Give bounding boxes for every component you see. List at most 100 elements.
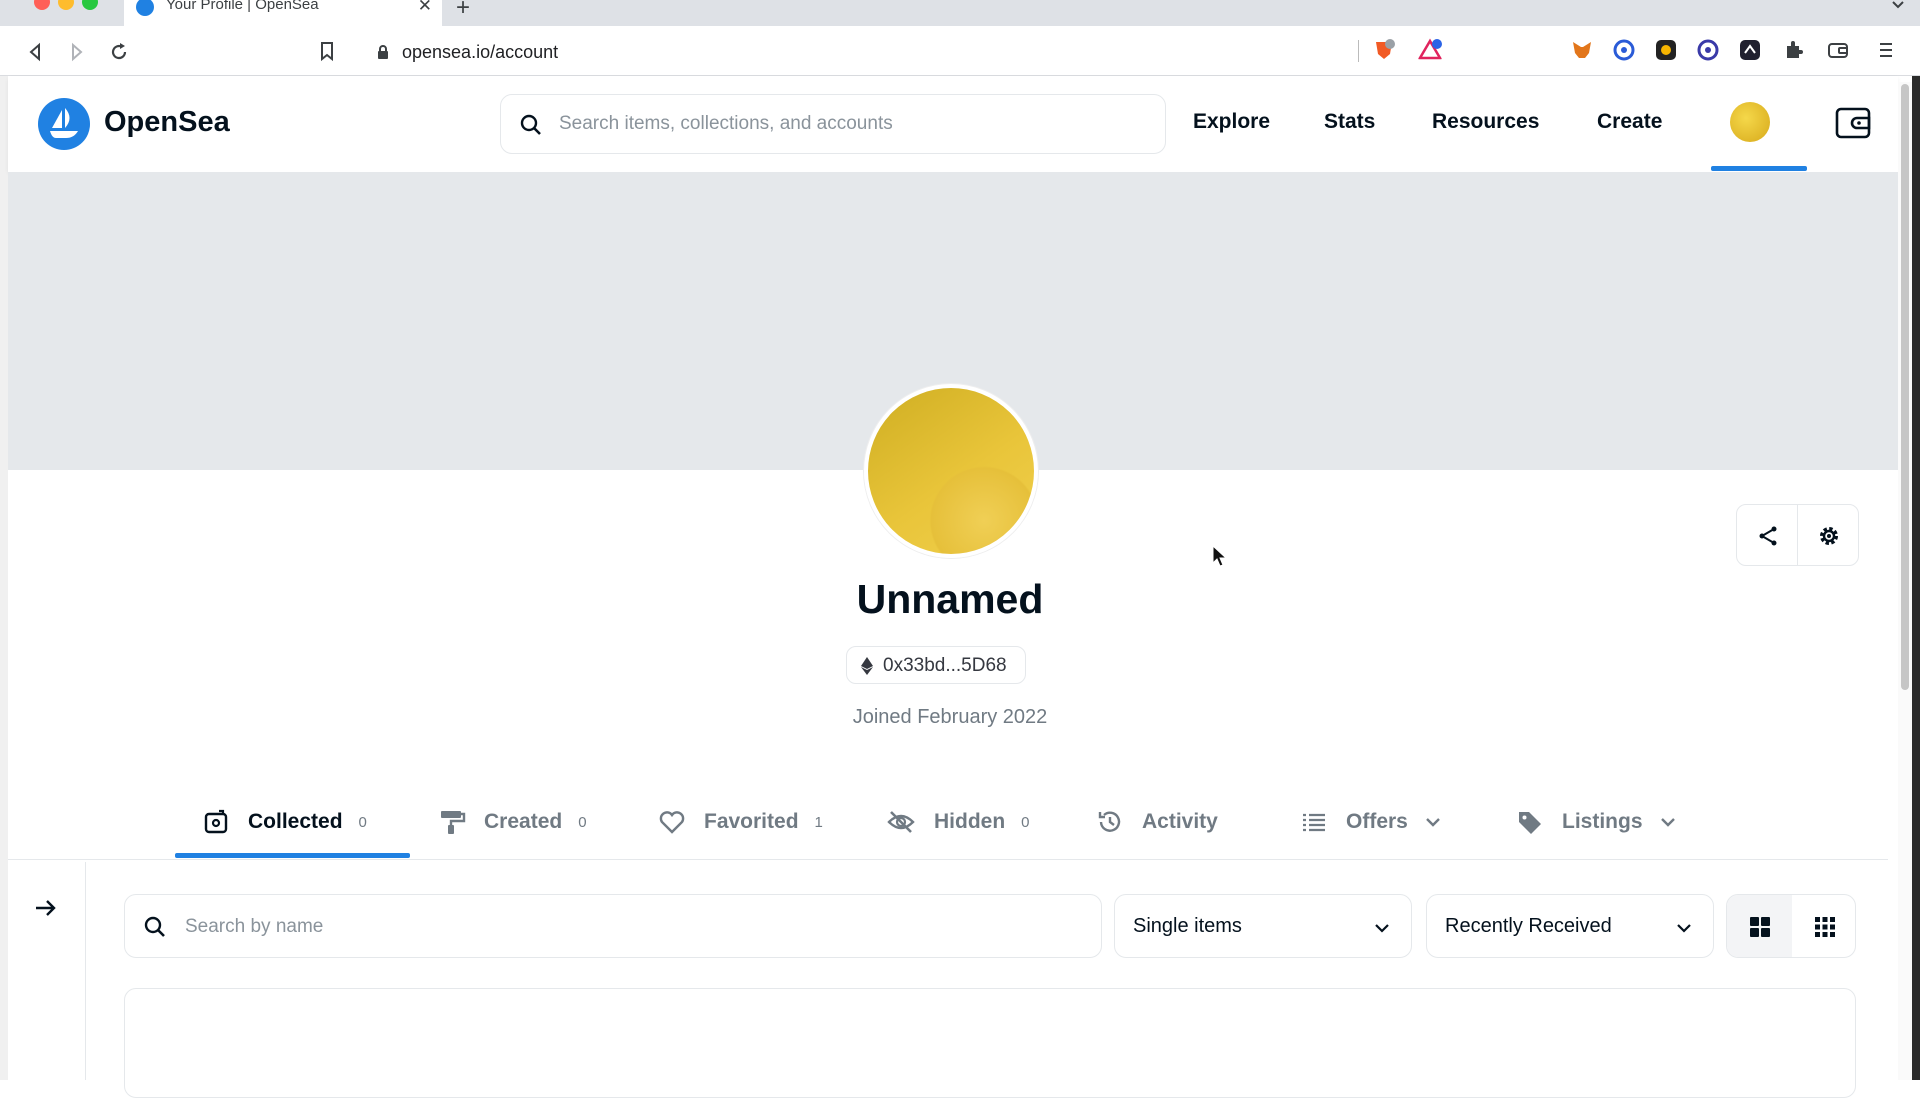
collected-icon	[204, 809, 228, 834]
settings-button[interactable]	[1797, 504, 1859, 566]
tab-hidden[interactable]: Hidden 0	[886, 802, 1030, 842]
tab-offers-label: Offers	[1346, 810, 1408, 833]
close-window-button[interactable]	[34, 0, 50, 10]
chevron-down-icon	[1677, 924, 1691, 933]
paint-roller-icon	[441, 811, 466, 834]
extensions-puzzle-icon[interactable]	[1782, 38, 1806, 62]
profile-tabs: Collected 0 Created 0 Favorited 1 Hidden…	[8, 786, 1888, 860]
sort-value: Recently Received	[1445, 915, 1612, 937]
tab-collected-label: Collected	[248, 810, 343, 833]
tab-collected[interactable]: Collected 0	[202, 802, 367, 842]
nav-explore[interactable]: Explore	[1193, 110, 1270, 134]
tab-listings[interactable]: Listings	[1516, 802, 1677, 842]
metamask-fox-icon[interactable]	[1570, 38, 1594, 62]
joined-date: Joined February 2022	[852, 706, 1048, 728]
extension-ring-icon[interactable]	[1696, 38, 1720, 62]
toolbar-divider	[1358, 40, 1359, 62]
new-tab-button[interactable]: +	[456, 0, 470, 22]
bookmark-icon[interactable]	[316, 40, 338, 62]
small-grid-button[interactable]	[1792, 895, 1855, 957]
lock-icon	[378, 45, 388, 59]
brave-rewards-icon[interactable]	[1418, 38, 1442, 62]
reload-icon[interactable]	[108, 41, 130, 63]
active-nav-indicator	[1711, 166, 1807, 171]
close-tab-button[interactable]: ✕	[418, 0, 432, 16]
arrow-right-icon[interactable]	[32, 894, 60, 922]
chevron-down-icon	[1660, 818, 1675, 827]
history-icon	[1098, 811, 1121, 832]
nav-create[interactable]: Create	[1597, 110, 1662, 134]
view-toggle	[1726, 894, 1856, 958]
eye-off-icon	[887, 811, 915, 833]
filter-sidebar	[8, 862, 86, 1080]
large-grid-button[interactable]	[1727, 895, 1792, 957]
browser-toolbar: opensea.io/account	[0, 26, 1920, 76]
tab-offers[interactable]: Offers	[1300, 802, 1442, 842]
sort-select[interactable]: Recently Received	[1426, 894, 1714, 958]
wallet-extension-icon[interactable]	[1826, 38, 1850, 62]
gear-icon	[1820, 527, 1838, 545]
profile-avatar-button[interactable]	[1730, 102, 1770, 142]
tab-created[interactable]: Created 0	[438, 802, 587, 842]
share-icon	[1759, 526, 1777, 546]
extension-circle-icon[interactable]	[1612, 38, 1636, 62]
address-bar[interactable]: opensea.io/account	[360, 34, 1360, 68]
browser-menu-icon[interactable]	[1874, 38, 1898, 62]
url-text: opensea.io/account	[402, 42, 559, 62]
forward-icon[interactable]	[66, 41, 88, 63]
opensea-logo-icon[interactable]	[38, 98, 90, 150]
back-icon[interactable]	[24, 41, 46, 63]
scrollbar-thumb[interactable]	[1901, 84, 1909, 690]
tab-hidden-count: 0	[1021, 813, 1030, 831]
search-by-name-input[interactable]	[185, 907, 1085, 947]
extension-dark-icon[interactable]	[1654, 38, 1678, 62]
browser-tab[interactable]: Your Profile | OpenSea ✕	[124, 0, 442, 26]
nav-stats[interactable]: Stats	[1324, 110, 1375, 134]
tab-favorited-count: 1	[814, 813, 823, 831]
maximize-window-button[interactable]	[82, 0, 98, 10]
list-icon	[1303, 813, 1325, 832]
wallet-icon[interactable]	[1834, 104, 1872, 142]
tab-created-count: 0	[578, 813, 587, 831]
profile-avatar[interactable]	[864, 384, 1038, 558]
tab-created-label: Created	[484, 810, 563, 833]
tab-search-chevron-icon[interactable]	[1890, 0, 1906, 14]
mouse-cursor-icon	[1212, 545, 1228, 567]
search-icon	[520, 114, 541, 135]
tab-favorited[interactable]: Favorited 1	[658, 802, 823, 842]
share-button[interactable]	[1736, 504, 1798, 566]
large-grid-icon	[1750, 917, 1770, 937]
results-panel	[124, 988, 1856, 1098]
chevron-down-icon	[1375, 924, 1389, 933]
opensea-favicon-icon	[136, 0, 154, 16]
small-grid-icon	[1815, 917, 1835, 937]
window-edge-right	[1912, 76, 1920, 1080]
tab-title: Your Profile | OpenSea	[166, 0, 319, 13]
brand-name[interactable]: OpenSea	[104, 106, 230, 139]
brave-shields-icon[interactable]	[1372, 38, 1396, 62]
profile-name: Unnamed	[856, 576, 1044, 622]
search-by-name[interactable]	[124, 894, 1102, 958]
heart-icon	[659, 811, 685, 834]
browser-tab-bar: Your Profile | OpenSea ✕ +	[0, 0, 1920, 26]
page-scrollbar[interactable]	[1898, 82, 1912, 1080]
tab-activity[interactable]: Activity	[1096, 802, 1218, 842]
site-header: OpenSea Explore Stats Resources Create	[8, 76, 1898, 172]
active-tab-indicator	[175, 853, 410, 858]
ethereum-icon	[861, 657, 873, 675]
extension-square-icon[interactable]	[1738, 38, 1762, 62]
item-type-select[interactable]: Single items	[1114, 894, 1412, 958]
tag-icon	[1519, 812, 1541, 834]
chevron-down-icon	[1426, 818, 1440, 827]
nav-resources[interactable]: Resources	[1432, 110, 1539, 134]
minimize-window-button[interactable]	[58, 0, 74, 10]
global-search-input[interactable]	[559, 105, 1149, 143]
search-icon	[144, 916, 165, 937]
item-type-value: Single items	[1133, 915, 1242, 937]
wallet-address-button[interactable]: 0x33bd...5D68	[846, 646, 1026, 684]
tab-hidden-label: Hidden	[934, 810, 1006, 833]
tab-collected-count: 0	[358, 813, 367, 831]
global-search[interactable]	[500, 94, 1166, 154]
tab-listings-label: Listings	[1562, 810, 1643, 833]
tab-favorited-label: Favorited	[704, 810, 799, 833]
